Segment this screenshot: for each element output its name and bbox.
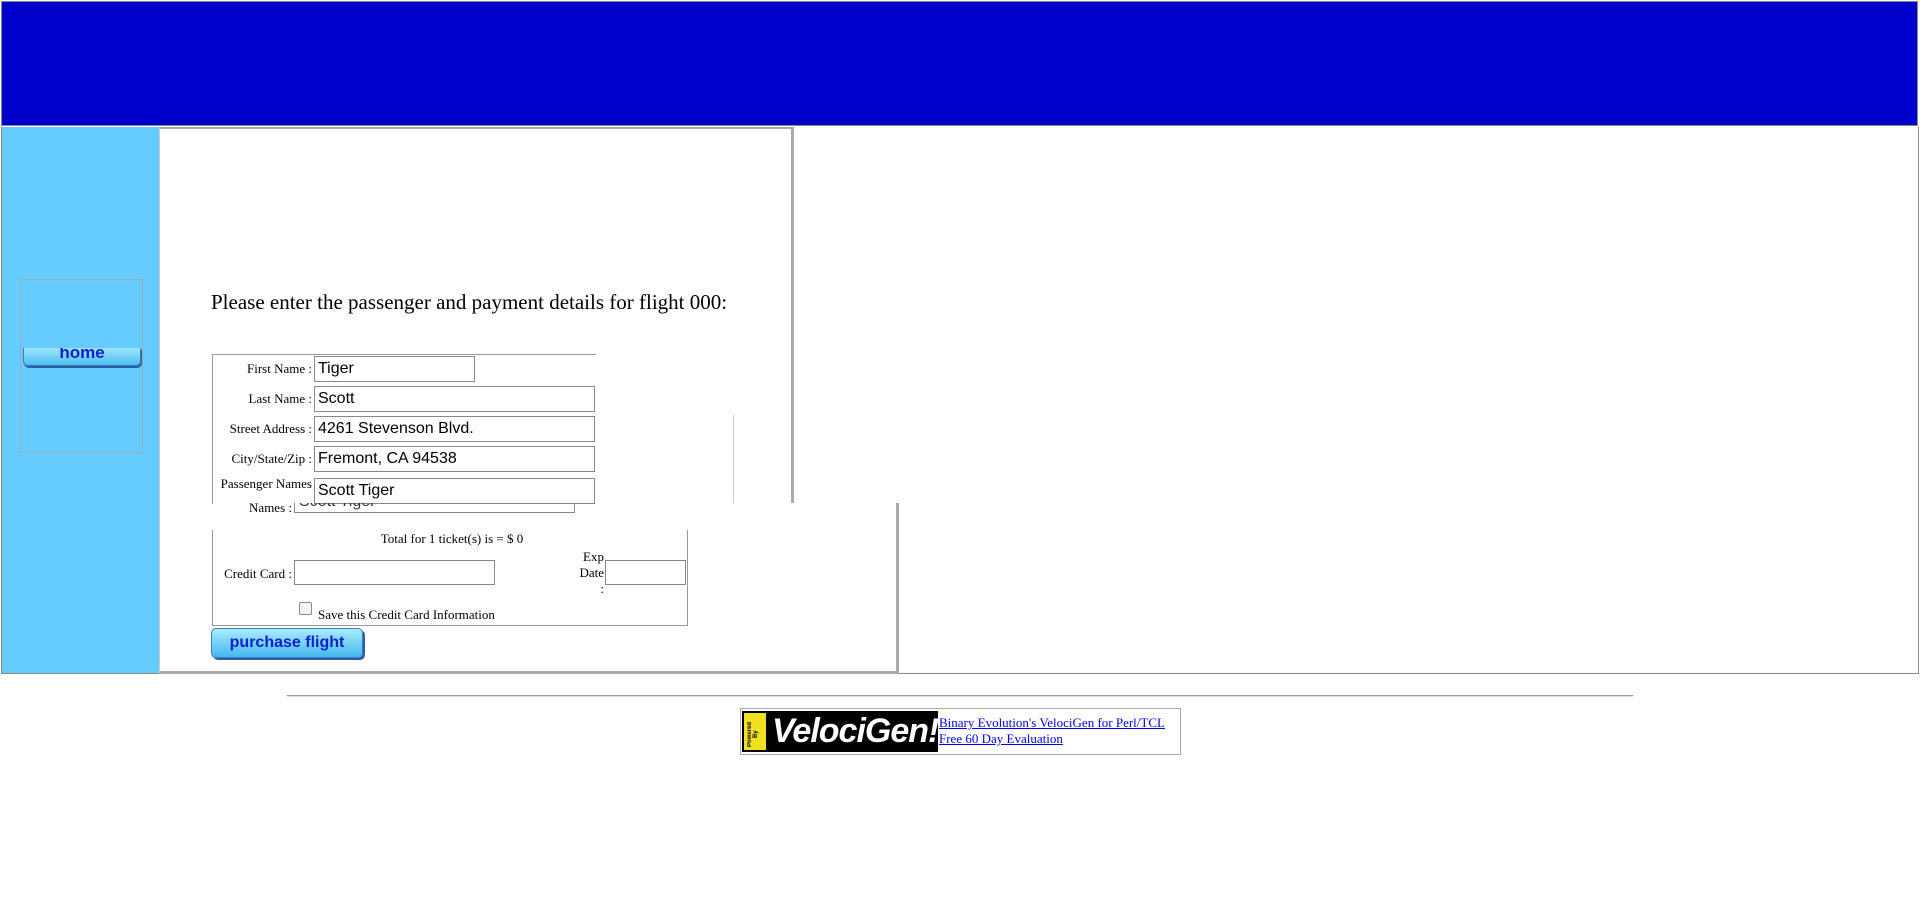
- home-button[interactable]: home: [23, 348, 141, 366]
- top-banner-frame: [1, 1, 1918, 126]
- right-blank-area: [899, 127, 1919, 674]
- form-divider: [733, 415, 734, 503]
- velocigen-links: Binary Evolution's VelociGen for Perl/TC…: [939, 715, 1165, 747]
- exp-date-label-line2: Date: [579, 565, 604, 580]
- exp-date-label: Exp Date :: [570, 549, 604, 597]
- first-name-label: First Name :: [247, 361, 312, 376]
- passenger-names-echo-text: Scott Tiger: [299, 503, 375, 511]
- street-address-label: Street Address :: [229, 421, 312, 436]
- passenger-names-label-echo: Names :: [249, 500, 292, 515]
- nav-frame: home: [1, 127, 159, 674]
- city-state-zip-label: City/State/Zip :: [231, 451, 312, 466]
- save-credit-card-label: Save this Credit Card Information: [318, 607, 495, 622]
- velocigen-logo[interactable]: Powered By VelociGen!: [742, 711, 939, 752]
- footer-divider: [287, 695, 1633, 697]
- home-button-label: home: [59, 348, 105, 362]
- passenger-names-label: Passenger Names: [220, 476, 312, 491]
- exp-date-label-line1: Exp: [583, 549, 604, 564]
- velocigen-link[interactable]: Binary Evolution's VelociGen for Perl/TC…: [939, 715, 1165, 731]
- city-state-zip-input[interactable]: Fremont, CA 94538: [314, 446, 595, 472]
- powered-by-tag: Powered By: [744, 713, 766, 750]
- credit-card-input[interactable]: [294, 560, 495, 585]
- exp-date-input[interactable]: [605, 560, 686, 585]
- last-name-label: Last Name :: [248, 391, 312, 406]
- page-heading: Please enter the passenger and payment d…: [211, 290, 728, 314]
- velocigen-logo-text: VelociGen!: [772, 712, 939, 750]
- passenger-names-input[interactable]: Scott Tiger: [314, 478, 595, 504]
- first-name-input[interactable]: Tiger: [314, 356, 475, 382]
- evaluation-link[interactable]: Free 60 Day Evaluation: [939, 731, 1165, 747]
- passenger-names-input-echo: Scott Tiger: [294, 503, 575, 513]
- powered-by-text: Powered By: [747, 721, 759, 747]
- purchase-flight-button[interactable]: purchase flight: [211, 628, 363, 658]
- velocigen-badge: Powered By VelociGen! Binary Evolution's…: [740, 708, 1181, 755]
- credit-card-label: Credit Card :: [224, 566, 292, 581]
- total-text: Total for 1 ticket(s) is = $ 0: [380, 531, 524, 546]
- nav-panel: home: [20, 279, 143, 453]
- save-credit-card-checkbox[interactable]: [299, 602, 312, 615]
- exp-date-label-line3: :: [600, 581, 604, 596]
- street-address-input[interactable]: 4261 Stevenson Blvd.: [314, 416, 595, 442]
- last-name-input[interactable]: Scott: [314, 386, 595, 412]
